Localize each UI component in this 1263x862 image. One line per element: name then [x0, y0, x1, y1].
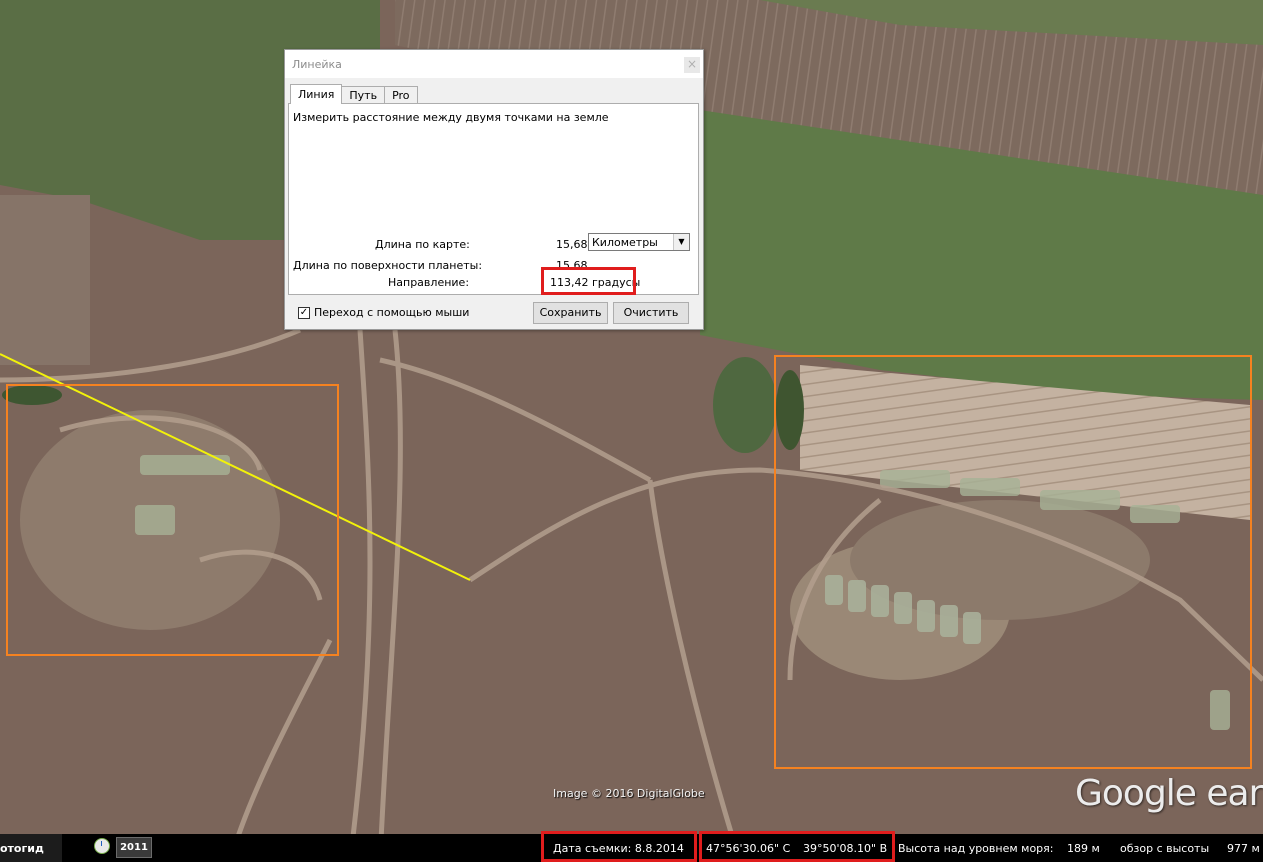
tab-path[interactable]: Путь [341, 86, 386, 104]
chevron-down-icon[interactable]: ▼ [673, 234, 689, 250]
annotation-box-left [6, 384, 339, 656]
eye-alt-label: обзор с высоты [1120, 842, 1210, 855]
close-icon[interactable]: × [684, 57, 700, 73]
dialog-title: Линейка [292, 58, 342, 71]
eye-alt-value: 977 м [1227, 842, 1260, 855]
elevation-label: Высота над уровнем моря: [898, 842, 1054, 855]
coordinates-highlight [699, 831, 895, 862]
map-length-label: Длина по карте: [375, 238, 470, 251]
tab-line[interactable]: Линия [290, 84, 343, 104]
google-earth-logo: Google earth [1075, 773, 1263, 814]
unit-select[interactable]: Километры ▼ [588, 233, 690, 251]
mouse-nav-checkbox[interactable]: ✓ [298, 307, 310, 319]
dialog-titlebar[interactable]: Линейка × [285, 50, 703, 78]
historical-year-badge[interactable]: 2011 [116, 837, 152, 858]
clear-button[interactable]: Очистить [613, 302, 689, 324]
tour-guide-label[interactable]: отогид [0, 842, 44, 855]
imagery-credit: Image © 2016 DigitalGlobe [553, 787, 705, 800]
clock-icon[interactable] [94, 838, 110, 854]
annotation-box-right [774, 355, 1252, 769]
heading-label: Направление: [388, 276, 470, 289]
ruler-dialog[interactable]: Линейка × Линия Путь Pro Измерить расстоян… [284, 49, 704, 330]
description-text: Измерить расстояние между двумя точками … [293, 111, 609, 124]
heading-highlight [541, 267, 636, 295]
mouse-nav-label: Переход с помощью мыши [314, 306, 470, 319]
save-button[interactable]: Сохранить [533, 302, 608, 324]
imagery-date-highlight [541, 831, 697, 862]
map-length-value: 15,68 [556, 238, 588, 251]
unit-select-value: Километры [592, 236, 658, 249]
elevation-value: 189 м [1067, 842, 1100, 855]
map-view[interactable]: Линейка × Линия Путь Pro Измерить расстоян… [0, 0, 1263, 862]
surface-length-label: Длина по поверхности планеты: [293, 259, 483, 272]
tab-bar: Линия Путь Pro [290, 84, 418, 104]
tab-panel: Измерить расстояние между двумя точками … [288, 103, 699, 295]
tab-pro[interactable]: Pro [384, 86, 418, 104]
